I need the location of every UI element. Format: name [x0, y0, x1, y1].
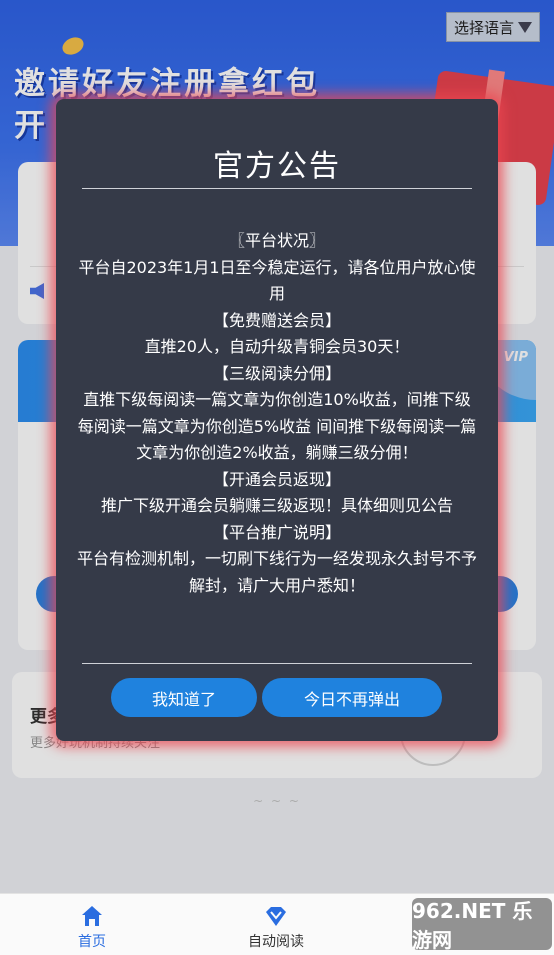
tab-auto-read[interactable]: 自动阅读 [216, 894, 336, 955]
home-icon [82, 906, 102, 926]
modal-line: 直推下级每阅读一篇文章为你创造10%收益，间推下级每阅读一篇文章为你创造5%收益… [77, 390, 477, 462]
modal-body: 〖平台状况〗 平台自2023年1月1日至今稳定运行，请各位用户放心使用 【免费赠… [76, 228, 478, 599]
watermark-logo: 962.NET 乐游网 [412, 898, 552, 952]
tab-auto-read-label: 自动阅读 [248, 934, 304, 950]
modal-line: 【开通会员返现】 [212, 469, 341, 489]
modal-line: 直推20人，自动升级青铜会员30天！ [144, 337, 410, 356]
diamond-icon [266, 907, 286, 926]
dismiss-today-button[interactable]: 今日不再弹出 [262, 678, 442, 717]
modal-line: 【三级阅读分佣】 [212, 363, 341, 383]
modal-line: 推广下级开通会员躺赚三级返现！具体细则见公告 [100, 496, 453, 515]
modal-divider-bottom [82, 663, 472, 664]
modal-line: 〖平台状况〗 [228, 231, 325, 250]
modal-line: 平台有检测机制，一切刷下线行为一经发现永久封号不予解封，请广大用户悉知！ [76, 549, 477, 595]
modal-line: 【免费赠送会员】 [212, 310, 341, 330]
tab-home-label: 首页 [78, 934, 106, 950]
announcement-modal: 官方公告 〖平台状况〗 平台自2023年1月1日至今稳定运行，请各位用户放心使用… [56, 99, 498, 741]
modal-divider-top [82, 188, 472, 189]
tab-home[interactable]: 首页 [32, 894, 152, 955]
acknowledge-button[interactable]: 我知道了 [111, 678, 257, 717]
modal-line: 平台自2023年1月1日至今稳定运行，请各位用户放心使用 [78, 257, 476, 304]
modal-line: 【平台推广说明】 [212, 522, 341, 542]
modal-title: 官方公告 [213, 149, 341, 184]
